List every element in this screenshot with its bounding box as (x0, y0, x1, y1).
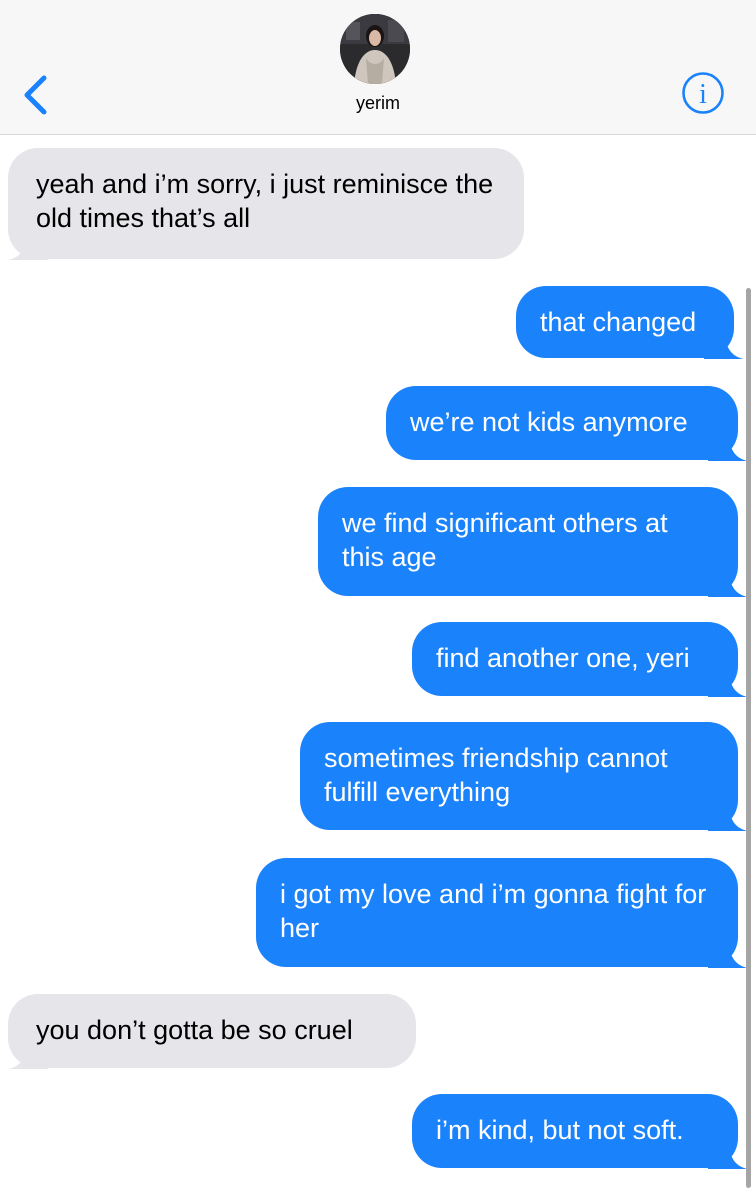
bubble-tail (704, 341, 744, 359)
message-text: sometimes friendship cannot fulfill ever… (324, 743, 668, 807)
scrollbar[interactable] (746, 288, 751, 1188)
back-button[interactable] (18, 72, 54, 118)
outgoing-message[interactable]: i’m kind, but not soft. (412, 1094, 748, 1169)
info-button[interactable]: i (680, 70, 726, 116)
contact-name[interactable]: yerim (278, 93, 478, 114)
message-text: find another one, yeri (436, 643, 690, 673)
svg-text:i: i (699, 79, 707, 110)
outgoing-message[interactable]: that changed (516, 286, 744, 359)
incoming-message[interactable]: you don’t gotta be so cruel (8, 994, 416, 1069)
outgoing-message[interactable]: we find significant others at this age (318, 487, 748, 597)
outgoing-message[interactable]: we’re not kids anymore (386, 386, 748, 461)
conversation-header: yerim i (0, 0, 756, 135)
outgoing-message[interactable]: sometimes friendship cannot fulfill ever… (300, 722, 748, 831)
message-text: we find significant others at this age (342, 508, 668, 572)
outgoing-message[interactable]: i got my love and i’m gonna fight for he… (256, 858, 748, 968)
avatar-photo (340, 14, 410, 84)
info-icon: i (682, 72, 724, 114)
message-text: yeah and i’m sorry, i just reminisce the… (36, 169, 494, 233)
message-text: i got my love and i’m gonna fight for he… (280, 879, 707, 943)
bubble-tail (8, 242, 48, 260)
bubble-tail (708, 1151, 748, 1169)
bubble-tail (708, 579, 748, 597)
message-text: i’m kind, but not soft. (436, 1115, 684, 1145)
message-text: you don’t gotta be so cruel (36, 1015, 353, 1045)
message-text: that changed (540, 307, 697, 337)
bubble-tail (708, 443, 748, 461)
incoming-message[interactable]: yeah and i’m sorry, i just reminisce the… (8, 148, 524, 260)
message-text: we’re not kids anymore (410, 407, 688, 437)
bubble-tail (708, 813, 748, 831)
bubble-tail (8, 1051, 48, 1069)
chevron-left-icon (24, 75, 47, 115)
contact-avatar[interactable] (340, 14, 410, 84)
bubble-tail (708, 950, 748, 968)
bubble-tail (708, 679, 748, 697)
outgoing-message[interactable]: find another one, yeri (412, 622, 748, 697)
